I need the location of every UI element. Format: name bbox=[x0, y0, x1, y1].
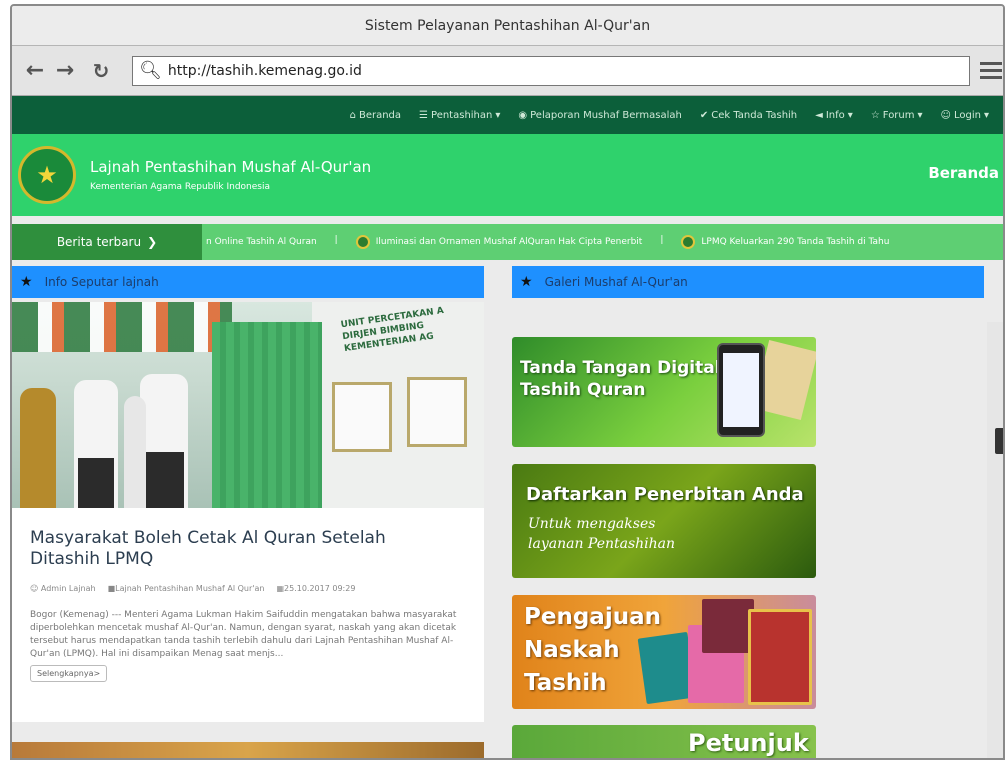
date: ▦25.10.2017 09:29 bbox=[276, 584, 356, 593]
next-article-photo[interactable] bbox=[12, 742, 484, 758]
ticker-items: n Online Tashih Al Quran | Iluminasi dan… bbox=[202, 235, 889, 249]
user-icon: ☺ bbox=[940, 109, 951, 121]
eye-icon: ◉ bbox=[518, 109, 528, 121]
ticker-separator: | bbox=[660, 235, 664, 245]
site-title: Lajnah Pentashihan Mushaf Al-Qur'an bbox=[90, 158, 372, 176]
window-title: Sistem Pelayanan Pentashihan Al-Qur'an bbox=[12, 6, 1003, 46]
url-bar[interactable]: 🔍︎ http://tashih.kemenag.go.id bbox=[132, 55, 970, 86]
megaphone-icon: ◄ bbox=[815, 109, 823, 121]
article-meta: ☺ Admin Lajnah ■Lajnah Pentashihan Musha… bbox=[30, 584, 484, 593]
hamburger-menu-icon[interactable] bbox=[980, 62, 1002, 79]
check-icon: ✔ bbox=[699, 109, 709, 121]
url-text: http://tashih.kemenag.go.id bbox=[167, 62, 362, 79]
folder-icon: ■ bbox=[107, 584, 116, 593]
nav-item-forum[interactable]: ☆ Forum ▾ bbox=[871, 110, 923, 121]
nav-item-cek-tanda-tashih[interactable]: ✔ Cek Tanda Tashih bbox=[700, 110, 797, 121]
ticker-item[interactable]: LPMQ Keluarkan 290 Tanda Tashih di Tahu bbox=[681, 235, 889, 249]
banner-daftarkan-penerbitan[interactable]: Daftarkan Penerbitan Anda Untuk mengakse… bbox=[512, 464, 816, 578]
right-scroll-strip bbox=[987, 322, 1003, 758]
kemenag-logo[interactable]: ★ bbox=[18, 146, 76, 204]
ticker-separator: | bbox=[334, 235, 338, 245]
page-viewport: ⌂ Beranda ☰ Pentashihan ▾ ◉ Pelaporan Mushaf… bbox=[12, 96, 1003, 758]
side-tab-handle[interactable] bbox=[995, 428, 1003, 454]
nav-item-pentashihan[interactable]: ☰ Pentashihan ▾ bbox=[419, 110, 500, 121]
home-icon: ⌂ bbox=[349, 109, 356, 121]
banner-pengajuan-naskah[interactable]: Pengajuan Naskah Tashih bbox=[512, 595, 816, 709]
article-title[interactable]: Masyarakat Boleh Cetak Al Quran Setelah … bbox=[30, 528, 450, 570]
star-icon: ★ bbox=[20, 274, 33, 290]
phone-image bbox=[717, 343, 765, 437]
ticker-item[interactable]: Iluminasi dan Ornamen Mushaf AlQuran Hak… bbox=[355, 235, 642, 249]
browser-window: Sistem Pelayanan Pentashihan Al-Qur'an ←… bbox=[10, 4, 1005, 760]
section-header-galeri: ★ Galeri Mushaf Al-Qur'an bbox=[512, 266, 984, 298]
article-card: UNIT PERCETAKAN A DIRJEN BIMBING KEMENTE… bbox=[12, 302, 484, 722]
forum-icon: ☆ bbox=[870, 109, 880, 121]
article-excerpt: Bogor (Kemenag) --- Menteri Agama Lukman… bbox=[30, 610, 457, 659]
news-ticker: Berita terbaru ❯ n Online Tashih Al Quran… bbox=[12, 224, 1003, 260]
calendar-icon: ▦ bbox=[276, 584, 285, 593]
kemenag-logo-icon bbox=[355, 235, 370, 249]
site-brand: Lajnah Pentashihan Mushaf Al-Qur'an Keme… bbox=[90, 158, 371, 192]
back-arrow-icon[interactable]: ← bbox=[20, 56, 50, 86]
banner-tanda-tangan-digital[interactable]: Tanda Tangan Digital Tashih Quran bbox=[512, 337, 816, 447]
banner-petunjuk[interactable]: Petunjuk bbox=[512, 725, 816, 758]
article-photo[interactable]: UNIT PERCETAKAN A DIRJEN BIMBING KEMENTE… bbox=[12, 302, 484, 508]
site-header: ★ Lajnah Pentashihan Mushaf Al-Qur'an Ke… bbox=[12, 134, 1003, 216]
read-more-button[interactable]: Selengkapnya> bbox=[30, 665, 108, 682]
ticker-label: Berita terbaru ❯ bbox=[12, 224, 202, 260]
reload-icon[interactable]: ↻ bbox=[86, 56, 116, 86]
section-header-info: ★ Info Seputar lajnah bbox=[12, 266, 484, 298]
category[interactable]: ■Lajnah Pentashihan Mushaf Al Qur'an bbox=[108, 584, 265, 593]
site-subtitle: Kementerian Agama Republik Indonesia bbox=[90, 182, 270, 192]
browser-toolbar: ← → ↻ 🔍︎ http://tashih.kemenag.go.id bbox=[12, 46, 1003, 96]
kemenag-logo-icon bbox=[681, 235, 696, 249]
user-icon: ☺ bbox=[30, 584, 39, 593]
nav-item-beranda[interactable]: ⌂ Beranda bbox=[350, 110, 401, 121]
nav-item-pelaporan[interactable]: ◉ Pelaporan Mushaf Bermasalah bbox=[518, 110, 681, 121]
chevron-right-icon: ❯ bbox=[147, 235, 158, 249]
nav-item-info[interactable]: ◄ Info ▾ bbox=[815, 110, 853, 121]
header-beranda-link[interactable]: Beranda bbox=[928, 164, 999, 182]
list-icon: ☰ bbox=[419, 109, 429, 121]
top-navigation: ⌂ Beranda ☰ Pentashihan ▾ ◉ Pelaporan Mushaf… bbox=[12, 96, 1003, 134]
ticker-item[interactable]: n Online Tashih Al Quran bbox=[206, 235, 317, 249]
author: ☺ Admin Lajnah bbox=[30, 584, 96, 593]
star-icon: ★ bbox=[520, 274, 533, 290]
forward-arrow-icon[interactable]: → bbox=[50, 56, 80, 86]
nav-item-login[interactable]: ☺ Login ▾ bbox=[941, 110, 989, 121]
search-icon: 🔍︎ bbox=[139, 60, 162, 81]
